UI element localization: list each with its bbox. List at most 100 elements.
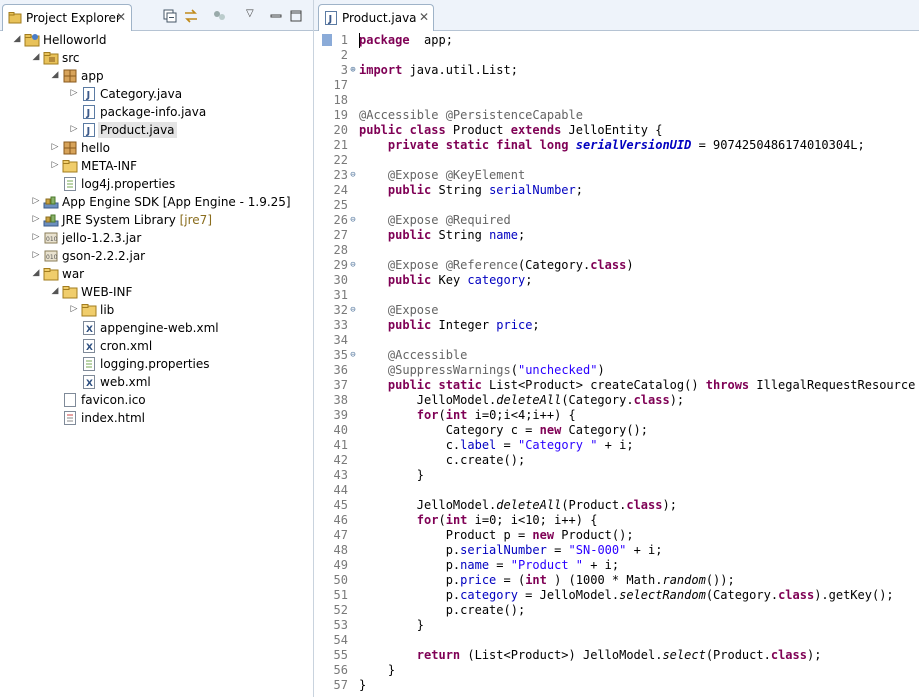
expanded-twisty-icon[interactable]: ◢ bbox=[50, 69, 60, 81]
collapse-fold-icon[interactable]: ⊖ bbox=[348, 258, 358, 273]
code-line[interactable]: 1 package app; bbox=[314, 33, 919, 48]
tree-item[interactable]: ▷ JRE System Library [jre7] bbox=[0, 211, 300, 229]
code-line[interactable]: 42 c.create(); bbox=[314, 453, 919, 468]
code-line[interactable]: 44 bbox=[314, 483, 919, 498]
tree-item[interactable]: ▷ 010 gson-2.2.2.jar bbox=[0, 247, 300, 265]
code-line[interactable]: 56 } bbox=[314, 663, 919, 678]
maximize-icon[interactable] bbox=[288, 8, 304, 24]
tree-item[interactable]: ▷ lib bbox=[0, 301, 300, 319]
tree-item[interactable]: logging.properties bbox=[0, 355, 300, 373]
tree-item[interactable]: index.html bbox=[0, 409, 300, 427]
tree-item[interactable]: Jpackage-info.java bbox=[0, 103, 300, 121]
tree-item[interactable]: ◢ war bbox=[0, 265, 300, 283]
code-line[interactable]: 17 bbox=[314, 78, 919, 93]
minimize-icon[interactable] bbox=[268, 8, 284, 24]
collapsed-twisty-icon[interactable]: ▷ bbox=[50, 159, 60, 171]
code-line[interactable]: 29 ⊖ @Expose @Reference(Category.class) bbox=[314, 258, 919, 273]
svg-text:X: X bbox=[86, 343, 93, 353]
tree-item[interactable]: favicon.ico bbox=[0, 391, 300, 409]
tree-item[interactable]: Xweb.xml bbox=[0, 373, 300, 391]
close-icon[interactable]: ✕ bbox=[419, 10, 429, 24]
code-line[interactable]: 55 return (List<Product>) JelloModel.sel… bbox=[314, 648, 919, 663]
link-with-editor-icon[interactable] bbox=[183, 8, 199, 24]
expanded-twisty-icon[interactable]: ◢ bbox=[31, 267, 41, 279]
code-line[interactable]: 27 public String name; bbox=[314, 228, 919, 243]
tree-item[interactable]: ▷ META-INF bbox=[0, 157, 300, 175]
tab-project-explorer[interactable]: Project Explorer ✕ bbox=[2, 4, 132, 31]
tree-item[interactable]: ▷ J Category.java bbox=[0, 85, 300, 103]
code-line[interactable]: 33 public Integer price; bbox=[314, 318, 919, 333]
code-line[interactable]: 39 for(int i=0;i<4;i++) { bbox=[314, 408, 919, 423]
code-line[interactable]: 23 ⊖ @Expose @KeyElement bbox=[314, 168, 919, 183]
code-line[interactable]: 50 p.price = (int ) (1000 * Math.random(… bbox=[314, 573, 919, 588]
collapsed-twisty-icon[interactable]: ▷ bbox=[31, 249, 41, 261]
collapsed-twisty-icon[interactable]: ▷ bbox=[31, 195, 41, 207]
code-line[interactable]: 53 } bbox=[314, 618, 919, 633]
collapse-fold-icon[interactable]: ⊖ bbox=[348, 348, 358, 363]
code-line[interactable]: 48 p.serialNumber = "SN-000" + i; bbox=[314, 543, 919, 558]
tree-item[interactable]: ▷ App Engine SDK [App Engine - 1.9.25] bbox=[0, 193, 300, 211]
code-line[interactable]: 2 bbox=[314, 48, 919, 63]
tree-item[interactable]: ◢ app bbox=[0, 67, 300, 85]
collapsed-twisty-icon[interactable]: ▷ bbox=[69, 123, 79, 135]
code-line[interactable]: 51 p.category = JelloModel.selectRandom(… bbox=[314, 588, 919, 603]
code-line[interactable]: 46 for(int i=0; i<10; i++) { bbox=[314, 513, 919, 528]
tree-item[interactable]: Xappengine-web.xml bbox=[0, 319, 300, 337]
expanded-twisty-icon[interactable]: ◢ bbox=[50, 285, 60, 297]
code-line[interactable]: 28 bbox=[314, 243, 919, 258]
editor-tab-title: Product.java bbox=[342, 11, 417, 25]
line-number: 26 bbox=[333, 213, 348, 227]
code-line[interactable]: 19 @Accessible @PersistenceCapable bbox=[314, 108, 919, 123]
tree-item[interactable]: ▷ J Product.java bbox=[0, 121, 300, 139]
code-line[interactable]: 41 c.label = "Category " + i; bbox=[314, 438, 919, 453]
filter-icon[interactable] bbox=[212, 8, 228, 24]
code-line[interactable]: 34 bbox=[314, 333, 919, 348]
code-line[interactable]: 43 } bbox=[314, 468, 919, 483]
code-line[interactable]: 57} bbox=[314, 678, 919, 693]
tree-item[interactable]: ▷ 010 jello-1.2.3.jar bbox=[0, 229, 300, 247]
tree-item[interactable]: ◢ Helloworld bbox=[0, 31, 300, 49]
view-menu-icon[interactable]: ▽ bbox=[246, 8, 262, 24]
code-line[interactable]: 36 @SuppressWarnings("unchecked") bbox=[314, 363, 919, 378]
code-line[interactable]: 37 public static List<Product> createCat… bbox=[314, 378, 919, 393]
expanded-twisty-icon[interactable]: ◢ bbox=[12, 33, 22, 45]
tree-item[interactable]: log4j.properties bbox=[0, 175, 300, 193]
collapsed-twisty-icon[interactable]: ▷ bbox=[69, 87, 79, 99]
code-line[interactable]: 35 ⊖ @Accessible bbox=[314, 348, 919, 363]
code-line[interactable]: 22 bbox=[314, 153, 919, 168]
code-line[interactable]: 40 Category c = new Category(); bbox=[314, 423, 919, 438]
collapsed-twisty-icon[interactable]: ▷ bbox=[31, 231, 41, 243]
code-line[interactable]: 21 private static final long serialVersi… bbox=[314, 138, 919, 153]
tree-item[interactable]: ◢ src bbox=[0, 49, 300, 67]
expand-fold-icon[interactable]: ⊕ bbox=[348, 63, 358, 78]
code-line[interactable]: 3 ⊕ import java.util.List; bbox=[314, 63, 919, 78]
collapse-fold-icon[interactable]: ⊖ bbox=[348, 213, 358, 228]
code-line[interactable]: 30 public Key category; bbox=[314, 273, 919, 288]
code-line[interactable]: 54 bbox=[314, 633, 919, 648]
code-line[interactable]: 25 bbox=[314, 198, 919, 213]
code-line[interactable]: 24 public String serialNumber; bbox=[314, 183, 919, 198]
tree-item[interactable]: Xcron.xml bbox=[0, 337, 300, 355]
tree-item[interactable]: ◢ WEB-INF bbox=[0, 283, 300, 301]
code-line[interactable]: 52 p.create(); bbox=[314, 603, 919, 618]
close-icon[interactable]: ✕ bbox=[116, 10, 126, 24]
code-line[interactable]: 26 ⊖ @Expose @Required bbox=[314, 213, 919, 228]
collapsed-twisty-icon[interactable]: ▷ bbox=[50, 141, 60, 153]
collapsed-twisty-icon[interactable]: ▷ bbox=[31, 213, 41, 225]
code-line[interactable]: 32 ⊖ @Expose bbox=[314, 303, 919, 318]
code-area[interactable]: 1 package app; 2 3 ⊕ import java.util.List; 17… bbox=[314, 31, 919, 697]
code-line[interactable]: 38 JelloModel.deleteAll(Category.class); bbox=[314, 393, 919, 408]
collapse-fold-icon[interactable]: ⊖ bbox=[348, 168, 358, 183]
code-line[interactable]: 45 JelloModel.deleteAll(Product.class); bbox=[314, 498, 919, 513]
expanded-twisty-icon[interactable]: ◢ bbox=[31, 51, 41, 63]
code-line[interactable]: 18 bbox=[314, 93, 919, 108]
code-line[interactable]: 31 bbox=[314, 288, 919, 303]
code-line[interactable]: 47 Product p = new Product(); bbox=[314, 528, 919, 543]
collapse-all-icon[interactable] bbox=[162, 8, 178, 24]
collapsed-twisty-icon[interactable]: ▷ bbox=[69, 303, 79, 315]
tree-item[interactable]: ▷ hello bbox=[0, 139, 300, 157]
collapse-fold-icon[interactable]: ⊖ bbox=[348, 303, 358, 318]
code-line[interactable]: 49 p.name = "Product " + i; bbox=[314, 558, 919, 573]
tab-product-java[interactable]: J Product.java ✕ bbox=[318, 4, 434, 31]
code-line[interactable]: 20 public class Product extends JelloEnti… bbox=[314, 123, 919, 138]
